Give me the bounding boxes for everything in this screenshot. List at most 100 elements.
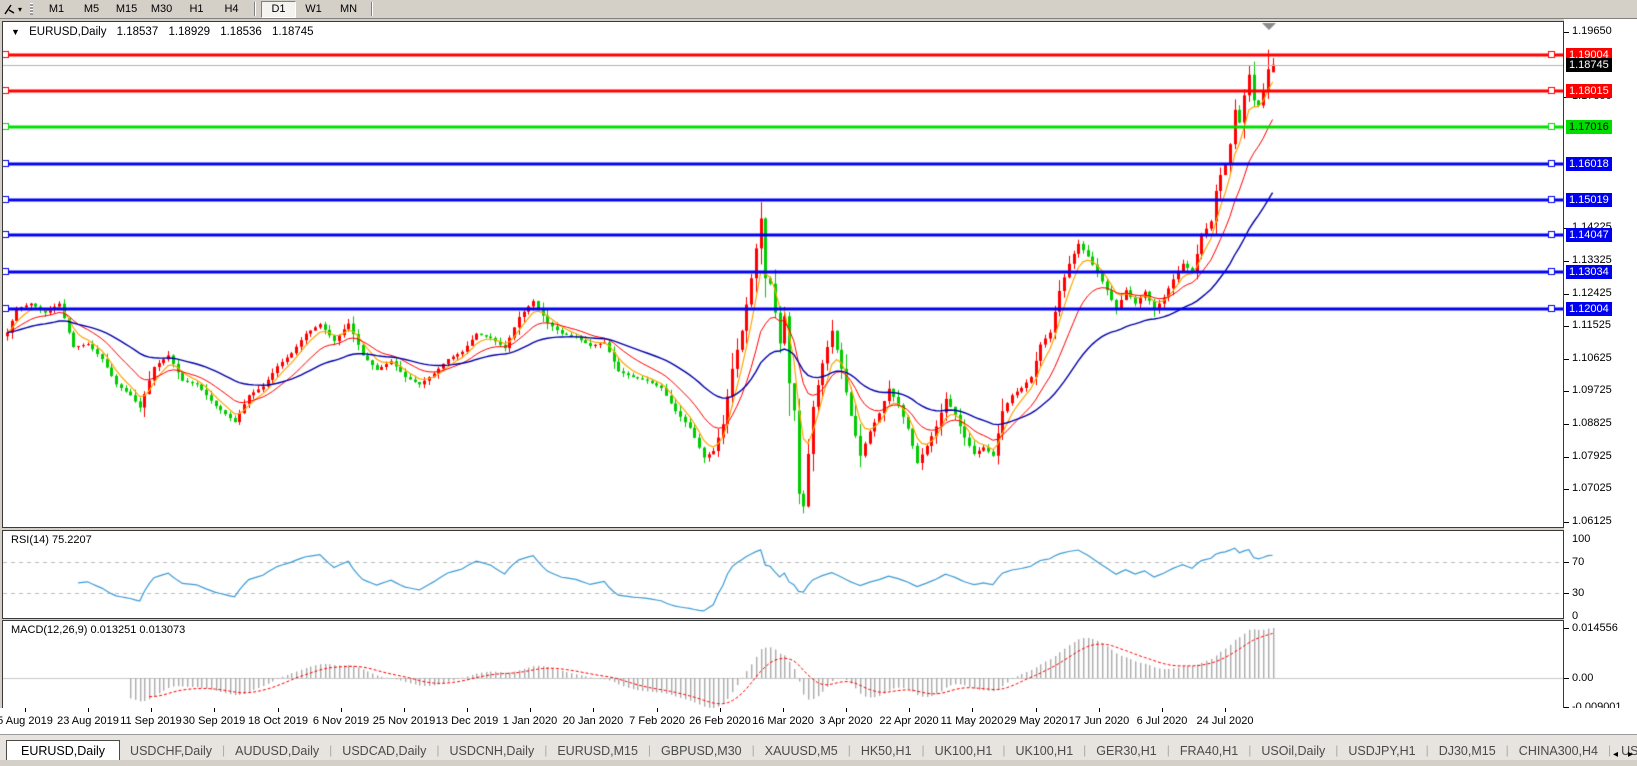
chart-tab-xauusd-m5[interactable]: XAUUSD,M5 (755, 741, 848, 761)
date-tick (341, 708, 342, 712)
rsi-indicator-pane[interactable]: RSI(14) 75.2207 (2, 530, 1564, 619)
macd-axis-label: 0.00 (1572, 672, 1593, 684)
price-tick (1564, 326, 1569, 327)
timeframe-button-d1[interactable]: D1 (261, 1, 296, 18)
macd-axis-label: 0.014556 (1572, 622, 1618, 634)
date-tick (88, 708, 89, 712)
hline-price-badge: 1.18015 (1566, 84, 1612, 98)
toolbar-separator (254, 2, 256, 16)
date-tick (530, 708, 531, 712)
tab-scroll-left-icon[interactable]: ◂ (1613, 749, 1618, 760)
price-tick (1564, 457, 1569, 458)
rsi-canvas[interactable] (3, 531, 1563, 618)
chart-tab-china300-h4[interactable]: CHINA300,H4 (1509, 741, 1608, 761)
timeframe-toolbar: ▾ M1M5M15M30H1H4 D1W1MN (0, 0, 1637, 19)
tab-scroll-right-icon[interactable]: ▸ (1628, 749, 1633, 760)
macd-label: MACD(12,26,9) 0.013251 0.013073 (11, 624, 185, 636)
chart-cursor-icon[interactable] (2, 2, 18, 17)
chevron-down-icon[interactable]: ▾ (18, 5, 22, 14)
date-axis[interactable]: 5 Aug 201923 Aug 201911 Sep 201930 Sep 2… (0, 708, 1637, 734)
timeframe-button-w1[interactable]: W1 (296, 1, 331, 18)
chart-tab-bar: EURUSD,DailyUSDCHF,Daily|AUDUSD,Daily|US… (0, 734, 1637, 761)
hline-price-badge: 1.13034 (1566, 265, 1612, 279)
rsi-axis-label: 30 (1572, 587, 1584, 599)
chart-tab-ger30-h1[interactable]: GER30,H1 (1086, 741, 1166, 761)
macd-canvas[interactable] (3, 621, 1563, 708)
hline-price-badge: 1.12004 (1566, 302, 1612, 316)
chart-tab-eurusd-daily[interactable]: EURUSD,Daily (6, 740, 120, 762)
main-chart-canvas[interactable] (3, 22, 1563, 527)
date-tick-label: 11 Sep 2019 (120, 715, 182, 727)
chart-tab-usdjpy-h1[interactable]: USDJPY,H1 (1338, 741, 1425, 761)
chart-tab-usoil-daily[interactable]: USOil,Daily (1251, 741, 1335, 761)
chart-tab-audusd-daily[interactable]: AUDUSD,Daily (225, 741, 329, 761)
ohlc-open: 1.18537 (117, 26, 159, 38)
price-tick (1564, 261, 1569, 262)
date-tick-label: 1 Jan 2020 (503, 715, 557, 727)
date-tick (1036, 708, 1037, 712)
hline-price-badge: 1.17016 (1566, 120, 1612, 134)
rsi-label: RSI(14) 75.2207 (11, 534, 92, 546)
date-tick (783, 708, 784, 712)
date-tick-label: 24 Jul 2020 (1197, 715, 1254, 727)
date-tick (846, 708, 847, 712)
chart-tab-dj30-m15[interactable]: DJ30,M15 (1429, 741, 1506, 761)
timeframe-button-m1[interactable]: M1 (39, 1, 74, 18)
price-tick (1564, 359, 1569, 360)
rsi-axis-label: 0 (1572, 610, 1578, 622)
chart-title: ▼ EURUSD,Daily 1.18537 1.18929 1.18536 1… (11, 26, 314, 38)
date-tick-label: 11 May 2020 (941, 715, 1004, 727)
date-tick-label: 13 Dec 2019 (436, 715, 498, 727)
date-tick (278, 708, 279, 712)
date-tick (1225, 708, 1226, 712)
chart-tab-usdcad-daily[interactable]: USDCAD,Daily (332, 741, 436, 761)
hline-price-badge: 1.16018 (1566, 157, 1612, 171)
date-tick-label: 20 Jan 2020 (563, 715, 624, 727)
main-chart-pane[interactable]: ▼ EURUSD,Daily 1.18537 1.18929 1.18536 1… (2, 21, 1564, 528)
bid-price-badge: 1.18745 (1566, 58, 1612, 72)
chart-tab-fra40-h1[interactable]: FRA40,H1 (1170, 741, 1248, 761)
chart-tab-usdcnh-daily[interactable]: USDCNH,Daily (439, 741, 544, 761)
chart-tab-uk100-h1[interactable]: UK100,H1 (1005, 741, 1083, 761)
price-tick (1564, 391, 1569, 392)
timeframe-button-m5[interactable]: M5 (74, 1, 109, 18)
price-tick (1564, 424, 1569, 425)
price-tick-label: 1.12425 (1572, 287, 1612, 299)
toolbar-separator (371, 2, 373, 16)
ohlc-high: 1.18929 (168, 26, 210, 38)
date-tick (720, 708, 721, 712)
price-tick-label: 1.07025 (1572, 482, 1612, 494)
date-tick (404, 708, 405, 712)
price-tick (1564, 32, 1569, 33)
timeframe-button-h4[interactable]: H4 (214, 1, 249, 18)
macd-indicator-pane[interactable]: MACD(12,26,9) 0.013251 0.013073 (2, 620, 1564, 709)
chart-tab-usdchf-daily[interactable]: USDCHF,Daily (120, 741, 222, 761)
chart-tab-hk50-h1[interactable]: HK50,H1 (851, 741, 922, 761)
price-tick-label: 1.07925 (1572, 450, 1612, 462)
timeframe-button-m15[interactable]: M15 (109, 1, 144, 18)
date-tick-label: 23 Aug 2019 (57, 715, 119, 727)
timeframe-button-m30[interactable]: M30 (144, 1, 179, 18)
date-tick-label: 25 Nov 2019 (373, 715, 435, 727)
chart-symbol-label: EURUSD,Daily (29, 26, 106, 38)
rsi-axis-tick (1564, 593, 1569, 594)
price-axis[interactable]: 1.196501.178501.142251.133251.124251.115… (1564, 19, 1637, 733)
toolbar-grip-handle[interactable] (30, 3, 33, 15)
date-tick-label: 22 Apr 2020 (879, 715, 938, 727)
ohlc-close: 1.18745 (272, 26, 314, 38)
chart-tab-gbpusd-m30[interactable]: GBPUSD,M30 (651, 741, 752, 761)
timeframe-button-mn[interactable]: MN (331, 1, 366, 18)
date-tick-label: 16 Mar 2020 (752, 715, 814, 727)
date-tick-label: 5 Aug 2019 (0, 715, 53, 727)
date-tick (593, 708, 594, 712)
price-tick (1564, 294, 1569, 295)
timeframe-button-h1[interactable]: H1 (179, 1, 214, 18)
macd-axis-tick (1564, 678, 1569, 679)
chart-collapse-icon[interactable]: ▼ (11, 27, 20, 37)
rsi-axis-label: 70 (1572, 556, 1584, 568)
chart-tab-eurusd-m15[interactable]: EURUSD,M15 (547, 741, 648, 761)
date-tick-label: 7 Feb 2020 (629, 715, 685, 727)
chart-tab-uk100-h1[interactable]: UK100,H1 (925, 741, 1003, 761)
date-tick (467, 708, 468, 712)
price-tick-label: 1.06125 (1572, 515, 1612, 527)
